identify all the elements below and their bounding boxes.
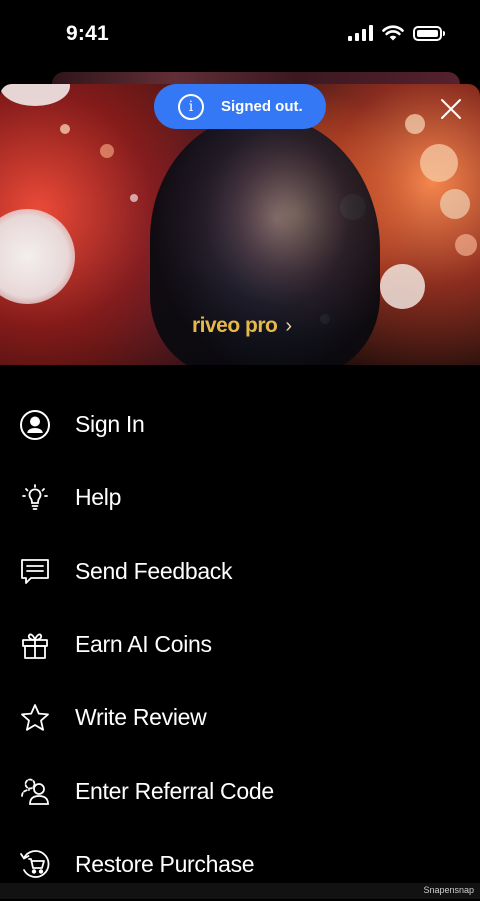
close-icon[interactable] — [440, 98, 462, 120]
message-icon — [18, 554, 52, 588]
battery-icon — [413, 25, 445, 41]
menu-item-label: Write Review — [75, 704, 207, 731]
menu-item-label: Enter Referral Code — [75, 777, 274, 804]
signed-out-toast: i Signed out. — [154, 84, 326, 129]
toast-text: Signed out. — [221, 98, 303, 115]
bokeh-light — [440, 189, 470, 219]
brand-name: riveo pro — [192, 314, 278, 337]
watermark-bar: Snapensnap — [0, 883, 480, 899]
bokeh-light — [60, 124, 70, 134]
star-icon — [18, 701, 52, 735]
watermark-text: Snapensnap — [423, 885, 474, 895]
menu-item-send-feedback[interactable]: Send Feedback — [0, 535, 480, 608]
menu-item-label: Send Feedback — [75, 557, 233, 584]
menu-item-enter-referral-code[interactable]: Enter Referral Code — [0, 754, 480, 827]
menu-item-label: Earn AI Coins — [75, 631, 212, 658]
users-icon — [18, 774, 52, 808]
gift-icon — [18, 628, 52, 662]
bokeh-light — [100, 144, 114, 158]
info-icon: i — [178, 93, 204, 120]
status-icons — [348, 25, 445, 41]
menu-item-label: Sign In — [75, 411, 145, 438]
menu-item-write-review[interactable]: Write Review — [0, 681, 480, 754]
settings-menu: Sign In Help Send Feedback Earn AI Coins… — [0, 388, 480, 901]
status-time: 9:41 — [66, 22, 109, 45]
status-bar: 9:41 — [0, 0, 480, 72]
cellular-signal-icon — [348, 25, 373, 41]
menu-item-label: Help — [75, 484, 122, 511]
wifi-icon — [382, 25, 404, 41]
lightbulb-icon — [18, 481, 52, 515]
riveo-pro-link[interactable]: riveo pro › — [192, 314, 292, 338]
bokeh-light — [130, 194, 138, 202]
bokeh-light — [0, 84, 70, 106]
chevron-right-icon: › — [285, 314, 293, 337]
bokeh-light — [455, 234, 477, 256]
user-circle-icon — [18, 408, 52, 442]
menu-item-help[interactable]: Help — [0, 461, 480, 534]
menu-item-label: Restore Purchase — [75, 850, 255, 877]
bokeh-light — [0, 209, 75, 304]
bokeh-light — [405, 114, 425, 134]
bokeh-light — [420, 144, 458, 182]
menu-item-earn-ai-coins[interactable]: Earn AI Coins — [0, 608, 480, 681]
menu-item-sign-in[interactable]: Sign In — [0, 388, 480, 461]
cart-restore-icon — [18, 847, 52, 881]
bokeh-light — [380, 264, 425, 309]
